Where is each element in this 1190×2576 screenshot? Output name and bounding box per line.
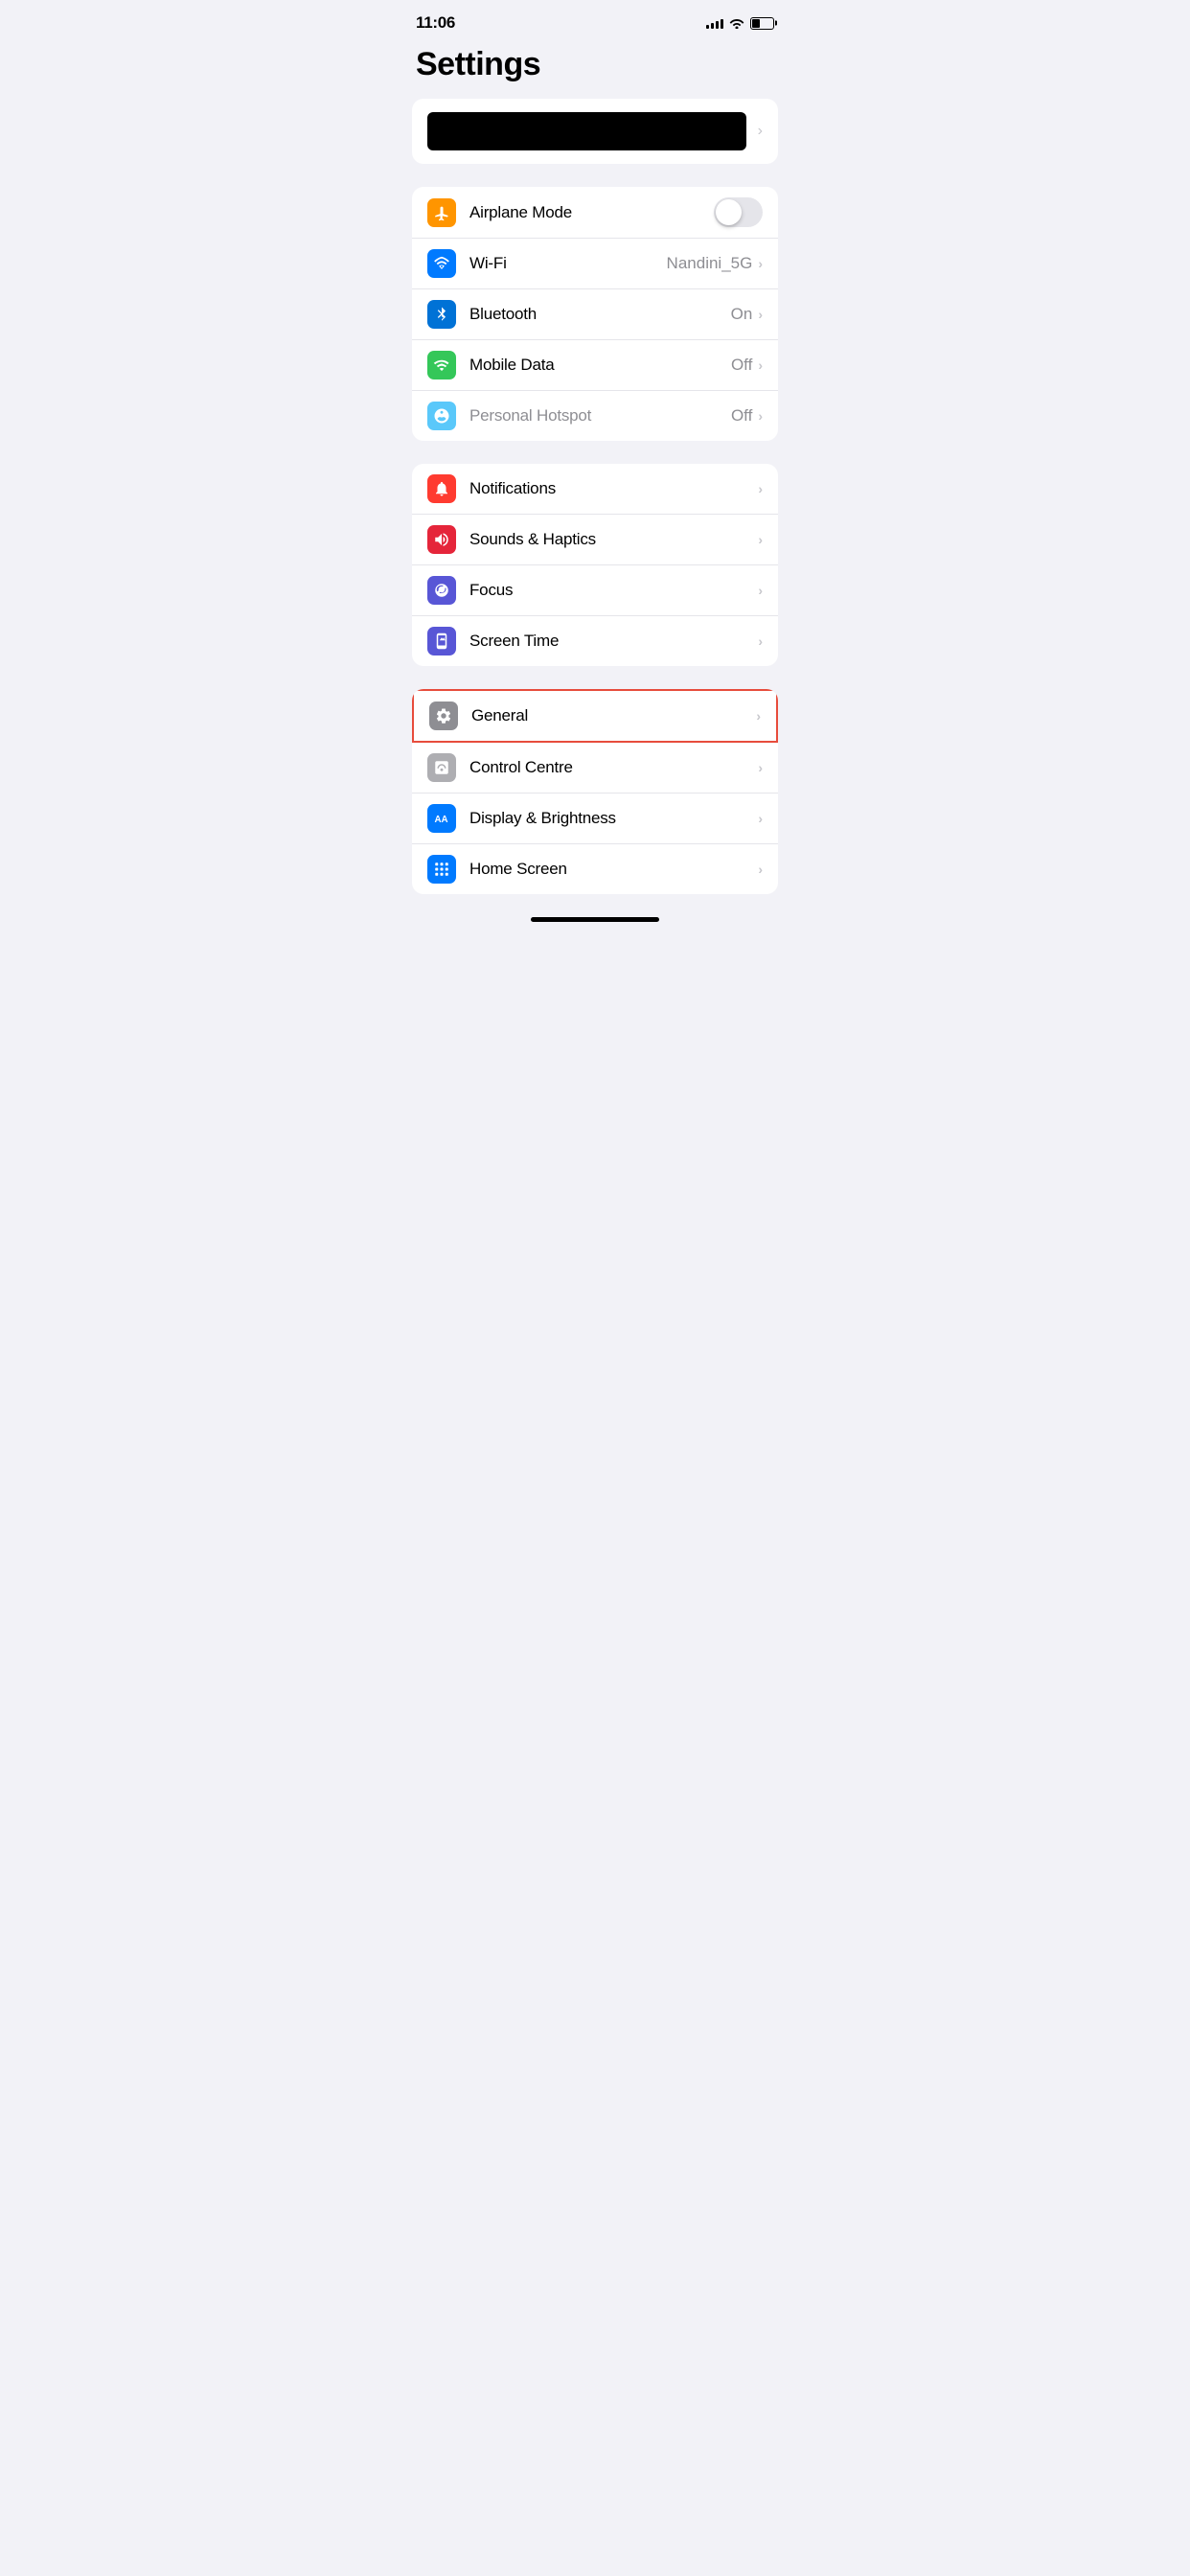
bluetooth-row[interactable]: Bluetooth On › [412, 289, 778, 340]
notifications-row[interactable]: Notifications › [412, 464, 778, 515]
control-centre-row[interactable]: Control Centre › [412, 743, 778, 794]
wifi-label: Wi-Fi [469, 254, 667, 273]
focus-chevron: › [758, 583, 763, 598]
personal-hotspot-value: Off [731, 406, 752, 426]
connectivity-group: Airplane Mode Wi-Fi Nandini_5G › Bluetoo… [412, 187, 778, 441]
status-bar: 11:06 [397, 0, 793, 38]
screen-time-icon [427, 627, 456, 656]
sounds-haptics-label: Sounds & Haptics [469, 530, 758, 549]
airplane-mode-icon [427, 198, 456, 227]
battery-icon [750, 17, 774, 30]
home-screen-chevron: › [758, 862, 763, 877]
wifi-value: Nandini_5G [667, 254, 753, 273]
display-brightness-label: Display & Brightness [469, 809, 758, 828]
home-indicator [531, 917, 659, 922]
notifications-icon [427, 474, 456, 503]
profile-chevron: › [758, 123, 763, 140]
display-brightness-icon: AA [427, 804, 456, 833]
status-time: 11:06 [416, 13, 455, 33]
sounds-haptics-row[interactable]: Sounds & Haptics › [412, 515, 778, 565]
wifi-icon [427, 249, 456, 278]
home-screen-icon [427, 855, 456, 884]
wifi-row[interactable]: Wi-Fi Nandini_5G › [412, 239, 778, 289]
notifications-group: Notifications › Sounds & Haptics › Focus… [412, 464, 778, 666]
personal-hotspot-chevron: › [758, 408, 763, 424]
airplane-mode-row[interactable]: Airplane Mode [412, 187, 778, 239]
control-centre-chevron: › [758, 760, 763, 775]
mobile-data-chevron: › [758, 357, 763, 373]
display-brightness-row[interactable]: AA Display & Brightness › [412, 794, 778, 844]
mobile-data-icon [427, 351, 456, 380]
bluetooth-value: On [731, 305, 753, 324]
control-centre-label: Control Centre [469, 758, 758, 777]
personal-hotspot-row[interactable]: Personal Hotspot Off › [412, 391, 778, 441]
control-centre-icon [427, 753, 456, 782]
airplane-mode-label: Airplane Mode [469, 203, 714, 222]
general-chevron: › [756, 708, 761, 724]
airplane-mode-toggle[interactable] [714, 197, 763, 227]
bluetooth-label: Bluetooth [469, 305, 731, 324]
notifications-chevron: › [758, 481, 763, 496]
screen-time-label: Screen Time [469, 632, 758, 651]
screen-time-row[interactable]: Screen Time › [412, 616, 778, 666]
personal-hotspot-icon [427, 402, 456, 430]
display-brightness-chevron: › [758, 811, 763, 826]
svg-text:AA: AA [435, 815, 448, 825]
signal-icon [706, 17, 723, 29]
profile-card[interactable]: › [412, 99, 778, 164]
battery-fill [752, 19, 760, 28]
sounds-haptics-icon [427, 525, 456, 554]
notifications-label: Notifications [469, 479, 758, 498]
mobile-data-label: Mobile Data [469, 356, 731, 375]
personal-hotspot-label: Personal Hotspot [469, 406, 731, 426]
screen-time-chevron: › [758, 633, 763, 649]
bluetooth-icon [427, 300, 456, 329]
general-label: General [471, 706, 756, 725]
home-screen-row[interactable]: Home Screen › [412, 844, 778, 894]
wifi-chevron: › [758, 256, 763, 271]
general-row[interactable]: General › [412, 689, 778, 743]
home-screen-label: Home Screen [469, 860, 758, 879]
mobile-data-value: Off [731, 356, 752, 375]
bluetooth-chevron: › [758, 307, 763, 322]
focus-icon [427, 576, 456, 605]
mobile-data-row[interactable]: Mobile Data Off › [412, 340, 778, 391]
profile-redacted [427, 112, 746, 150]
general-icon [429, 702, 458, 730]
sounds-haptics-chevron: › [758, 532, 763, 547]
focus-label: Focus [469, 581, 758, 600]
general-settings-group: General › Control Centre › AA Display & … [412, 689, 778, 894]
focus-row[interactable]: Focus › [412, 565, 778, 616]
page-title: Settings [397, 38, 793, 99]
wifi-icon [729, 17, 744, 29]
status-icons [706, 17, 774, 30]
